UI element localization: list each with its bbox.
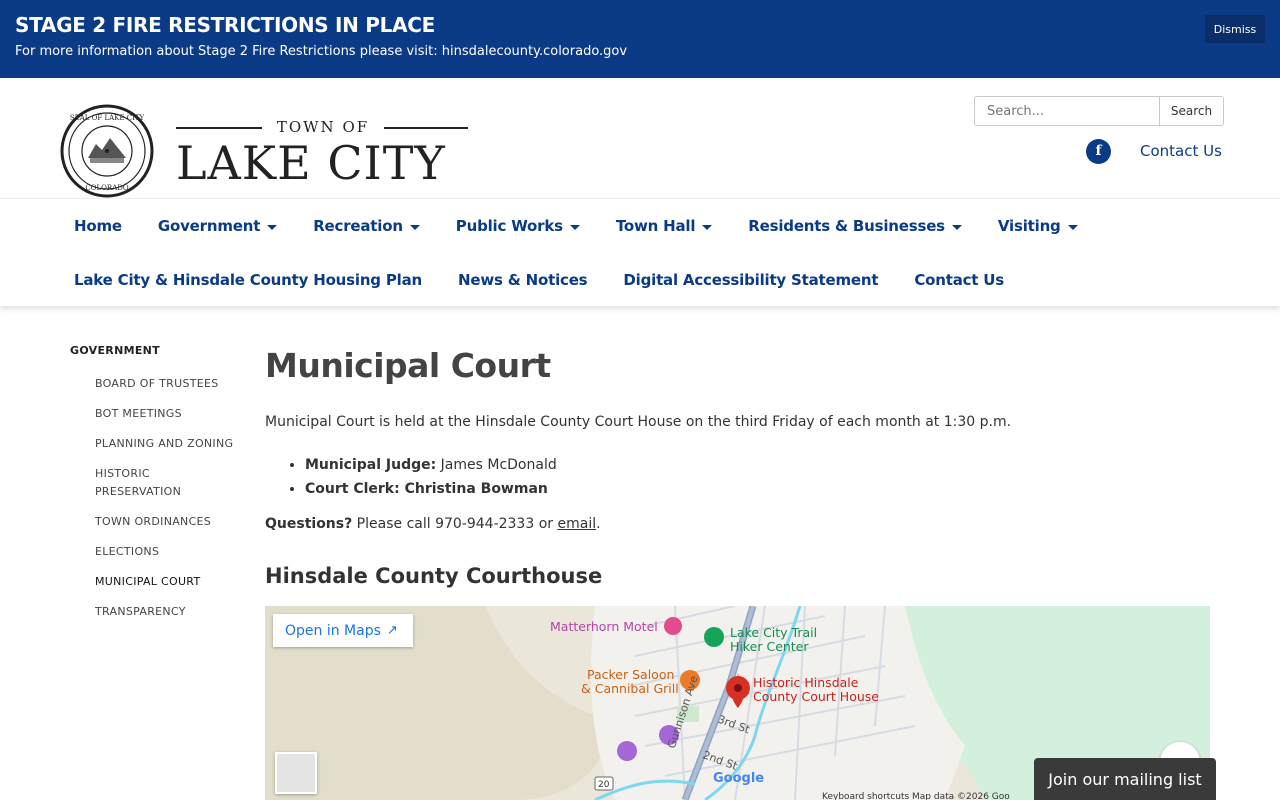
- map-footer[interactable]: Keyboard shortcuts Map data ©2026 Goo: [822, 792, 1010, 800]
- chevron-down-icon: [702, 224, 713, 230]
- route-20-label: 20: [598, 780, 610, 790]
- nav-housing-plan[interactable]: Lake City & Hinsdale County Housing Plan: [74, 271, 422, 289]
- seal-bottom-text: COLORADO: [85, 184, 128, 192]
- nav-recreation[interactable]: Recreation: [313, 217, 420, 235]
- intro-paragraph: Municipal Court is held at the Hinsdale …: [265, 414, 1012, 430]
- nav-label: Town Hall: [615, 217, 696, 235]
- logo-top-text: TOWN OF: [176, 118, 468, 138]
- nav-public-works[interactable]: Public Works: [456, 217, 580, 235]
- section-heading: Hinsdale County Courthouse: [265, 564, 603, 588]
- sidebar-heading[interactable]: GOVERNMENT: [70, 344, 160, 357]
- chevron-down-icon: [267, 224, 278, 230]
- sidebar-item-historic-preservation[interactable]: HISTORIC PRESERVATION: [95, 465, 205, 501]
- list-item: Court Clerk: Christina Bowman: [305, 477, 557, 501]
- google-text: Google: [713, 771, 765, 786]
- judge-label: Municipal Judge:: [305, 457, 437, 473]
- map-label-trail-2[interactable]: Hiker Center: [730, 640, 809, 654]
- sidebar-item-municipal-court[interactable]: MUNICIPAL COURT: [95, 573, 245, 591]
- chevron-down-icon: [1067, 224, 1078, 230]
- map-label-courthouse-2[interactable]: County Court House: [753, 690, 879, 704]
- logo-town-of: TOWN OF: [276, 118, 370, 136]
- sidebar-item-transparency[interactable]: TRANSPARENCY: [95, 603, 245, 621]
- questions-label: Questions?: [265, 516, 353, 532]
- nav-town-hall[interactable]: Town Hall: [615, 217, 713, 235]
- dismiss-button[interactable]: Dismiss: [1205, 15, 1265, 43]
- nav-label: Government: [157, 217, 261, 235]
- nav-label: Recreation: [313, 217, 403, 235]
- external-link-icon: ↗: [386, 623, 398, 638]
- facebook-icon[interactable]: f: [1086, 139, 1111, 164]
- map-type-toggle[interactable]: [275, 752, 317, 794]
- nav-label: Public Works: [455, 217, 563, 235]
- page-title: Municipal Court: [265, 346, 551, 385]
- questions-paragraph: Questions? Please call 970-944-2333 or e…: [265, 516, 601, 532]
- sidebar-item-planning-zoning[interactable]: PLANNING AND ZONING: [95, 435, 245, 453]
- nav-residents-businesses[interactable]: Residents & Businesses: [748, 217, 962, 235]
- chevron-down-icon: [409, 224, 420, 230]
- fire-alert-banner: STAGE 2 FIRE RESTRICTIONS IN PLACE For m…: [0, 0, 1280, 78]
- header-contact-link[interactable]: Contact Us: [1140, 142, 1222, 160]
- map-label-saloon-1[interactable]: Packer Saloon: [587, 668, 674, 682]
- seal-top-text: SEAL OF LAKE CITY: [70, 114, 145, 122]
- search-button[interactable]: Search: [1159, 97, 1223, 125]
- alert-title: STAGE 2 FIRE RESTRICTIONS IN PLACE: [15, 13, 436, 37]
- questions-text: Please call 970-944-2333 or: [352, 516, 558, 532]
- nav-row-primary: Home Government Recreation Public Works …: [74, 217, 1114, 235]
- nav-home[interactable]: Home: [74, 217, 122, 235]
- sidebar-item-bot-meetings[interactable]: BOT MEETINGS: [95, 405, 245, 423]
- nav-visiting[interactable]: Visiting: [998, 217, 1078, 235]
- clerk-label: Court Clerk: Christina Bowman: [305, 481, 548, 497]
- judge-name: James McDonald: [436, 457, 557, 473]
- alert-message: For more information about Stage 2 Fire …: [15, 44, 628, 59]
- open-in-maps-label: Open in Maps: [285, 622, 381, 639]
- join-mailing-list-button[interactable]: Join our mailing list: [1034, 758, 1216, 800]
- open-in-maps-button[interactable]: Open in Maps ↗: [273, 614, 413, 647]
- logo-title[interactable]: LAKE CITY: [176, 138, 446, 188]
- questions-end: .: [596, 516, 601, 532]
- nav-contact-us[interactable]: Contact Us: [914, 271, 1004, 289]
- google-logo: Google: [713, 771, 764, 786]
- sidebar-item-elections[interactable]: ELECTIONS: [95, 543, 245, 561]
- sidebar-item-town-ordinances[interactable]: TOWN ORDINANCES: [95, 513, 245, 531]
- nav-row-secondary: Lake City & Hinsdale County Housing Plan…: [74, 271, 1040, 289]
- nav-news-notices[interactable]: News & Notices: [458, 271, 588, 289]
- main-navigation: Home Government Recreation Public Works …: [0, 198, 1280, 306]
- nav-government[interactable]: Government: [157, 217, 278, 235]
- chevron-down-icon: [569, 224, 580, 230]
- nav-label: Home: [74, 217, 122, 235]
- list-item: Municipal Judge: James McDonald: [305, 453, 557, 477]
- town-seal-logo[interactable]: SEAL OF LAKE CITY COLORADO: [60, 104, 154, 198]
- nav-label: Residents & Businesses: [748, 217, 945, 235]
- email-link[interactable]: email: [557, 516, 596, 532]
- map-label-trail-1[interactable]: Lake City Trail: [730, 626, 817, 640]
- map-label-motel[interactable]: Matterhorn Motel: [550, 620, 658, 634]
- nav-label: Visiting: [997, 217, 1061, 235]
- search-input[interactable]: [975, 97, 1159, 125]
- chevron-down-icon: [951, 224, 962, 230]
- sidebar-item-board-of-trustees[interactable]: BOARD OF TRUSTEES: [95, 375, 245, 393]
- map-label-saloon-2[interactable]: & Cannibal Grill: [581, 682, 679, 696]
- nav-accessibility[interactable]: Digital Accessibility Statement: [623, 271, 878, 289]
- map-label-courthouse-1[interactable]: Historic Hinsdale: [753, 676, 858, 690]
- site-header: SEAL OF LAKE CITY COLORADO TOWN OF LAKE …: [0, 78, 1280, 198]
- search-form: Search: [974, 96, 1224, 126]
- court-officials-list: Municipal Judge: James McDonald Court Cl…: [305, 453, 557, 501]
